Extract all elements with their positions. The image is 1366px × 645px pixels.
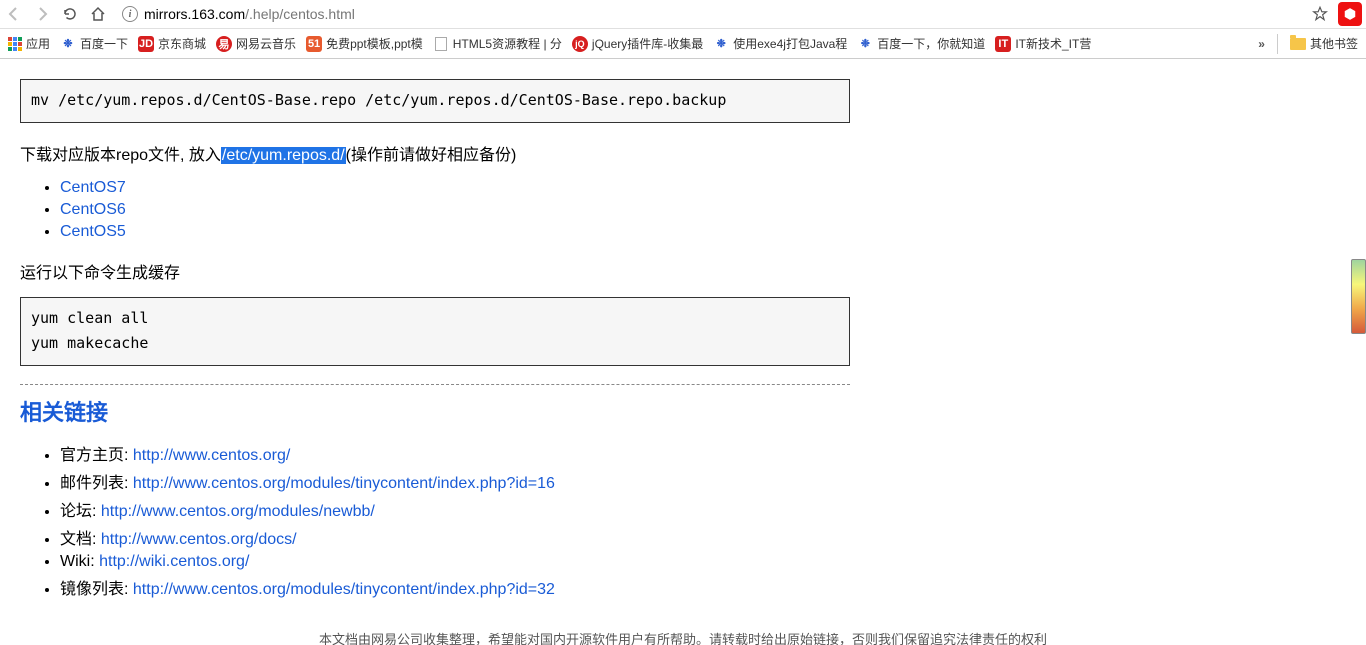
bookmark-label: 网易云音乐 [236, 35, 296, 52]
centos-link[interactable]: CentOS5 [60, 223, 126, 240]
bookmark-label: 使用exe4j打包Java程 [733, 35, 847, 52]
site-info-icon[interactable]: i [122, 6, 138, 22]
forward-button[interactable] [32, 4, 52, 24]
apps-shortcut[interactable]: 应用 [8, 35, 50, 52]
bookmark-item[interactable]: JD京东商城 [138, 35, 206, 52]
related-link[interactable]: http://www.centos.org/modules/tinyconten… [133, 475, 555, 492]
other-bookmarks-label: 其他书签 [1310, 35, 1358, 52]
other-bookmarks[interactable]: 其他书签 [1290, 35, 1358, 52]
bookmark-item[interactable]: ❉百度一下，你就知道 [857, 35, 985, 52]
abp-extension-icon[interactable] [1338, 2, 1362, 26]
apps-icon [8, 37, 22, 51]
list-item: Wiki: http://wiki.centos.org/ [60, 553, 1346, 571]
list-item: 文档: http://www.centos.org/docs/ [60, 525, 1346, 549]
list-item: 邮件列表: http://www.centos.org/modules/tiny… [60, 469, 1346, 493]
bookmark-item[interactable]: HTML5资源教程 | 分 [433, 35, 562, 52]
centos-link[interactable]: CentOS7 [60, 179, 126, 196]
related-link[interactable]: http://www.centos.org/modules/tinyconten… [133, 581, 555, 598]
bookmark-item[interactable]: ITIT新技术_IT营 [995, 35, 1091, 52]
divider [20, 384, 850, 385]
link-label: 镜像列表: [60, 581, 133, 598]
home-button[interactable] [88, 4, 108, 24]
page-viewport[interactable]: mv /etc/yum.repos.d/CentOS-Base.repo /et… [0, 59, 1366, 645]
bookmark-label: jQuery插件库-收集最 [592, 35, 703, 52]
related-links-heading: 相关链接 [20, 395, 1346, 427]
selected-path: /etc/yum.repos.d/ [221, 147, 346, 164]
link-label: 邮件列表: [60, 475, 133, 492]
para-run-command: 运行以下命令生成缓存 [20, 259, 1346, 283]
footer-note: 本文档由网易公司收集整理，希望能对国内开源软件用户有所帮助。请转载时给出原始链接… [20, 629, 1346, 645]
related-links-list: 官方主页: http://www.centos.org/邮件列表: http:/… [20, 441, 1346, 599]
list-item: 官方主页: http://www.centos.org/ [60, 441, 1346, 465]
related-link[interactable]: http://www.centos.org/modules/newbb/ [101, 503, 375, 520]
apps-label: 应用 [26, 35, 50, 52]
bookmark-label: HTML5资源教程 | 分 [453, 35, 562, 52]
back-button[interactable] [4, 4, 24, 24]
list-item: CentOS6 [60, 201, 1346, 219]
url-bar[interactable]: i mirrors.163.com/.help/centos.html [116, 2, 1302, 26]
bookmark-item[interactable]: ❉百度一下 [60, 35, 128, 52]
url-text: mirrors.163.com/.help/centos.html [144, 6, 355, 22]
link-label: Wiki: [60, 553, 99, 570]
related-link[interactable]: http://www.centos.org/docs/ [101, 531, 297, 548]
code-block-cache[interactable]: yum clean all yum makecache [20, 297, 850, 366]
link-label: 官方主页: [60, 447, 133, 464]
overflow-icon[interactable]: » [1258, 37, 1265, 51]
related-link[interactable]: http://wiki.centos.org/ [99, 553, 249, 570]
list-item: CentOS5 [60, 223, 1346, 241]
centos-link[interactable]: CentOS6 [60, 201, 126, 218]
bookmark-item[interactable]: 易网易云音乐 [216, 35, 296, 52]
bookmark-label: 京东商城 [158, 35, 206, 52]
bookmark-label: IT新技术_IT营 [1015, 35, 1091, 52]
code-block-backup[interactable]: mv /etc/yum.repos.d/CentOS-Base.repo /et… [20, 79, 850, 123]
bookmark-label: 百度一下，你就知道 [877, 35, 985, 52]
folder-icon [1290, 38, 1306, 50]
bookmark-star-icon[interactable] [1310, 4, 1330, 24]
list-item: 镜像列表: http://www.centos.org/modules/tiny… [60, 575, 1346, 599]
list-item: CentOS7 [60, 179, 1346, 197]
link-label: 论坛: [60, 503, 101, 520]
related-link[interactable]: http://www.centos.org/ [133, 447, 290, 464]
para-download-repo: 下载对应版本repo文件, 放入/etc/yum.repos.d/(操作前请做好… [20, 141, 1346, 165]
bookmark-item[interactable]: jQjQuery插件库-收集最 [572, 35, 703, 52]
bookmark-item[interactable]: ❉使用exe4j打包Java程 [713, 35, 847, 52]
centos-version-list: CentOS7 CentOS6 CentOS5 [20, 179, 1346, 241]
page-content: mv /etc/yum.repos.d/CentOS-Base.repo /et… [0, 59, 1366, 645]
bookmark-label: 百度一下 [80, 35, 128, 52]
reload-button[interactable] [60, 4, 80, 24]
bookmark-label: 免费ppt模板,ppt模 [326, 35, 423, 52]
link-label: 文档: [60, 531, 101, 548]
bookmarks-bar: 应用 ❉百度一下 JD京东商城易网易云音乐 51免费ppt模板,ppt模 HTML5资… [0, 29, 1366, 59]
browser-toolbar: i mirrors.163.com/.help/centos.html [0, 0, 1366, 29]
list-item: 论坛: http://www.centos.org/modules/newbb/ [60, 497, 1346, 521]
bookmark-item[interactable]: 51免费ppt模板,ppt模 [306, 35, 423, 52]
custom-scroll-thumb[interactable] [1351, 259, 1366, 334]
